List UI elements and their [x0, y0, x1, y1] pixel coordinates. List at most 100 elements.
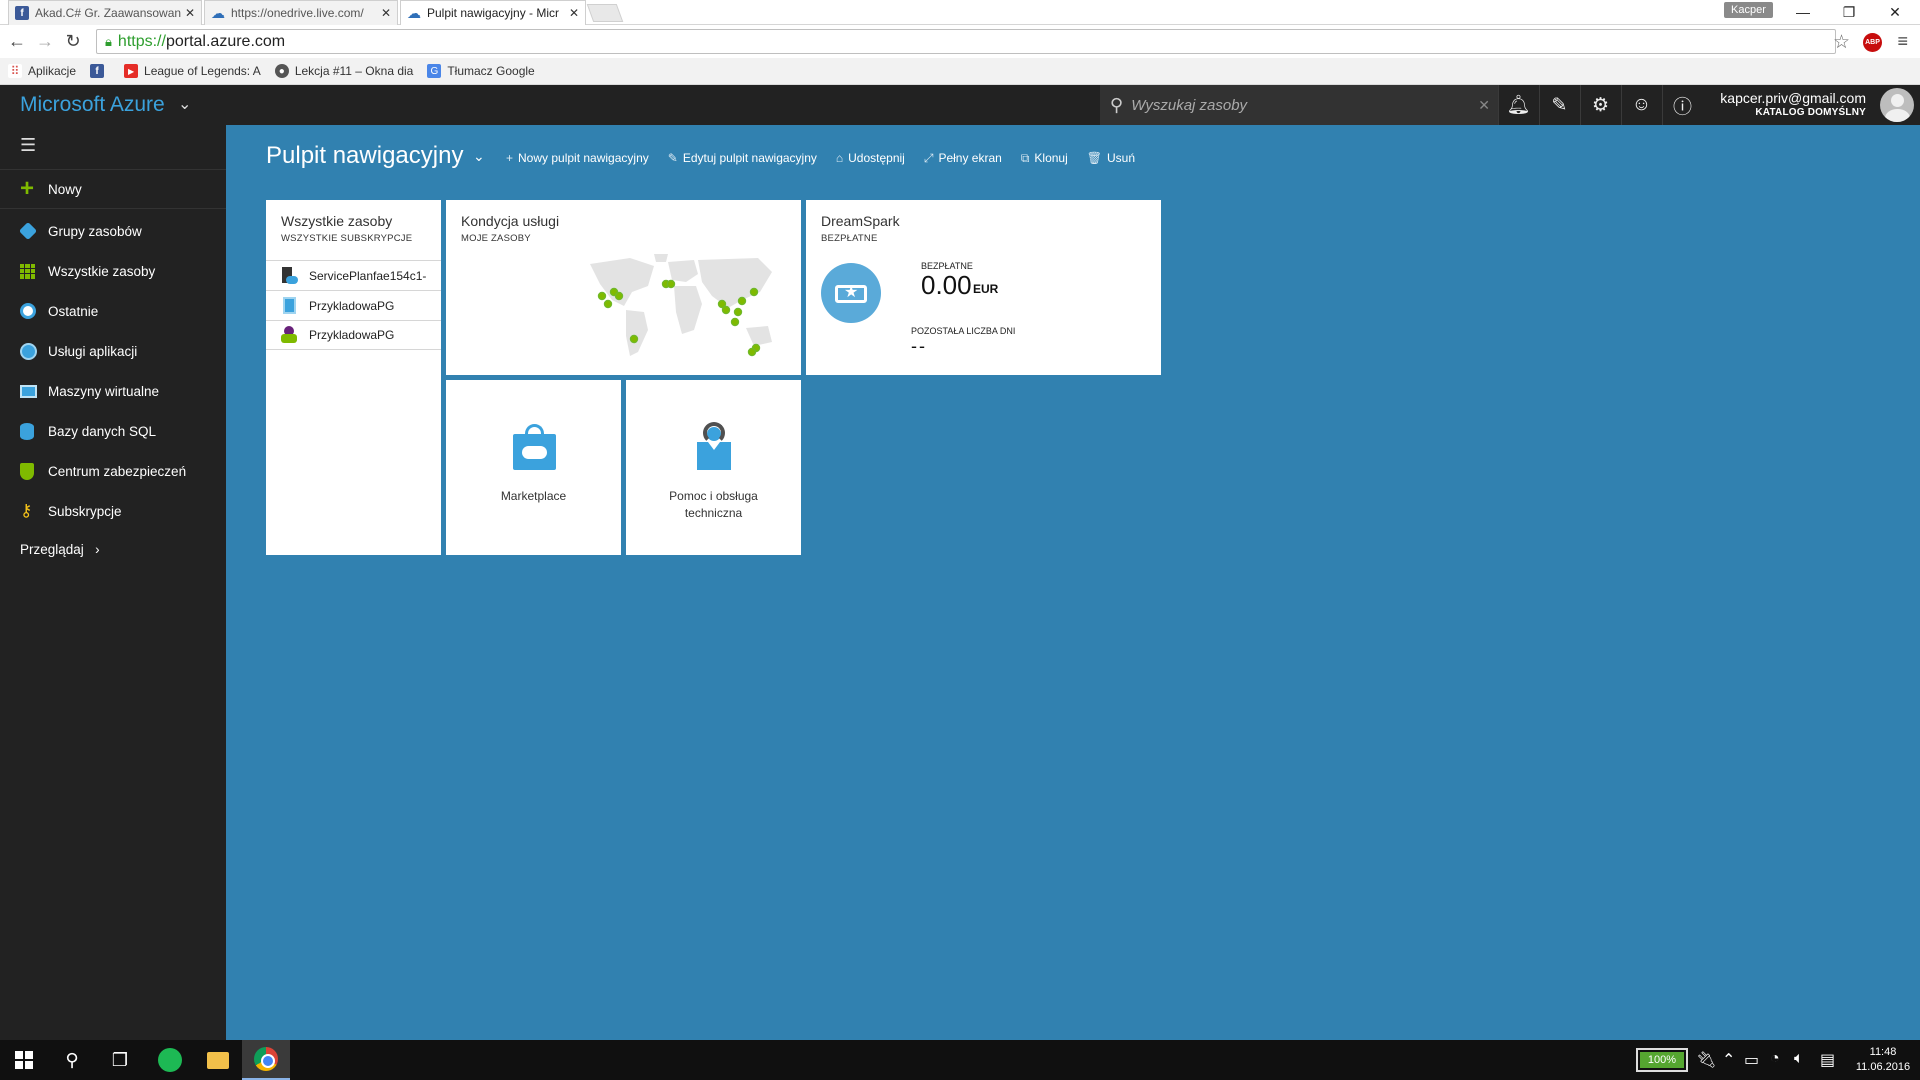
sidebar-item-subscriptions[interactable]: ⚷ Subskrypcje [0, 491, 226, 531]
window-close-icon[interactable]: ✕ [1882, 2, 1908, 22]
bookmark-star-icon[interactable]: ☆ [1833, 31, 1850, 54]
tile-label: Pomoc i obsługa [669, 489, 758, 503]
browser-tab-onedrive[interactable]: ☁ https://onedrive.live.com/ ✕ [204, 0, 398, 25]
bookmark-lekcja[interactable]: ● Lekcja #11 – Okna dia [274, 64, 413, 78]
credit-amount: 0.00 [921, 270, 972, 300]
action-center-icon[interactable]: ▤ [1820, 1050, 1835, 1070]
chevron-up-icon[interactable]: ⌃ [1722, 1050, 1735, 1070]
recent-clock-icon [20, 302, 48, 320]
feedback-smiley-icon[interactable]: ☺ [1621, 85, 1661, 125]
azure-cloud-icon: ☁ [407, 4, 421, 21]
sidebar-item-app-services[interactable]: Usługi aplikacji [0, 331, 226, 371]
battery-indicator[interactable]: 100% [1636, 1048, 1688, 1072]
new-dashboard-button[interactable]: + Nowy pulpit nawigacyjny [506, 151, 649, 165]
resource-row[interactable]: PrzykladowaPG [266, 290, 441, 320]
search-icon[interactable]: ⚲ [48, 1040, 96, 1080]
notifications-bell-icon[interactable]: 🔔︎ [1498, 85, 1538, 125]
sidebar: ☰ + Nowy Grupy zasobów Wszystkie zasoby … [0, 125, 226, 1040]
sidebar-item-security-center[interactable]: Centrum zabezpieczeń [0, 451, 226, 491]
file-explorer-icon[interactable] [194, 1040, 242, 1080]
new-tab-button[interactable] [586, 4, 624, 22]
power-plug-icon[interactable]: 🔌︎ [1696, 1050, 1716, 1070]
url-input[interactable]: 🔒︎ https:// portal.azure.com [96, 29, 1836, 54]
clock-date: 11.06.2016 [1855, 1061, 1911, 1073]
task-view-icon[interactable]: ❐ [96, 1040, 144, 1080]
back-arrow-icon[interactable]: ← [6, 30, 28, 52]
chevron-down-icon[interactable]: ⌄ [178, 94, 191, 114]
bookmark-apps[interactable]: ⠿ Aplikacje [8, 64, 76, 78]
azure-top-bar: Microsoft Azure ⌄ ⚲ ✕ 🔔︎ ✎ ⚙ ☺ ⓘ kapcer.… [0, 85, 1920, 125]
chevron-down-icon[interactable]: ⌄ [473, 148, 485, 165]
days-remaining-value: -- [911, 336, 927, 356]
avatar[interactable] [1880, 88, 1914, 122]
tab-title: Pulpit nawigacyjny - Micr [427, 6, 560, 20]
profile-chip[interactable]: Kacper [1724, 2, 1773, 18]
dreamspark-tile[interactable]: DreamSpark BEZPŁATNE ★ BEZPŁATNE 0.00 EU… [806, 200, 1161, 375]
sidebar-item-all-resources[interactable]: Wszystkie zasoby [0, 251, 226, 291]
reload-icon[interactable]: ↻ [62, 30, 84, 52]
azure-brand[interactable]: Microsoft Azure [20, 93, 165, 117]
sidebar-item-virtual-machines[interactable]: Maszyny wirtualne [0, 371, 226, 411]
battery-icon[interactable]: ▭ [1744, 1050, 1759, 1070]
account-menu[interactable]: kapcer.priv@gmail.com KATALOG DOMYŚLNY [1706, 85, 1870, 125]
help-question-icon[interactable]: ⓘ [1662, 85, 1702, 125]
marketplace-tile[interactable]: Marketplace [446, 380, 621, 555]
sidebar-item-label: Usługi aplikacji [48, 343, 138, 359]
resource-row[interactable]: PrzykladowaPG [266, 320, 441, 350]
close-icon[interactable]: ✕ [381, 6, 391, 20]
service-health-tile[interactable]: Kondycja usługi MOJE ZASOBY [446, 200, 801, 375]
bookmark-youtube[interactable]: ▶ League of Legends: A [124, 64, 261, 78]
clone-button[interactable]: ⧉ Klonuj [1021, 151, 1068, 166]
plus-icon: + [20, 175, 35, 202]
system-clock[interactable]: 11:48 11.06.2016 [1854, 1045, 1912, 1075]
forward-arrow-icon[interactable]: → [34, 30, 56, 52]
toolbar-label: Edytuj pulpit nawigacyjny [682, 151, 817, 165]
sidebar-item-browse[interactable]: Przeglądaj › [20, 542, 100, 557]
chrome-icon[interactable] [242, 1040, 290, 1080]
share-button[interactable]: ⌂ Udostępnij [836, 151, 905, 165]
edit-dashboard-button[interactable]: ✎ Edytuj pulpit nawigacyjny [668, 151, 817, 165]
settings-gear-icon[interactable]: ⚙ [1580, 85, 1620, 125]
tile-subtitle: BEZPŁATNE [821, 233, 878, 244]
search-box: ⚲ ✕ [1100, 85, 1498, 125]
hamburger-menu-icon[interactable]: ☰ [20, 135, 36, 156]
wifi-icon[interactable]: ◔ [1770, 1050, 1780, 1068]
all-resources-tile[interactable]: Wszystkie zasoby WSZYSTKIE SUBSKRYPCJE S… [266, 200, 441, 555]
toolbar-label: Pełny ekran [938, 151, 1002, 165]
delete-button[interactable]: 🗑︎ Usuń [1087, 151, 1135, 165]
app-service-plan-icon [281, 266, 298, 285]
page-title[interactable]: Pulpit nawigacyjny [266, 142, 463, 170]
support-agent-icon [696, 422, 732, 472]
bookmark-facebook[interactable]: f [90, 64, 110, 78]
bookmark-label: League of Legends: A [144, 64, 261, 78]
browser-tab-facebook[interactable]: f Akad.C# Gr. Zaawansowan ✕ [8, 0, 202, 25]
adblock-icon[interactable]: ABP [1863, 33, 1882, 52]
search-input[interactable] [1131, 96, 1472, 114]
volume-icon[interactable]: 🔈︎ [1794, 1050, 1804, 1068]
spotify-icon[interactable] [146, 1040, 194, 1080]
browser-tab-azure[interactable]: ☁ Pulpit nawigacyjny - Micr ✕ [400, 0, 586, 25]
bookmark-translate[interactable]: G Tłumacz Google [427, 64, 535, 78]
tile-label: Marketplace [500, 489, 567, 503]
sidebar-item-label: Przeglądaj [20, 542, 84, 557]
onedrive-icon: ☁ [211, 4, 225, 21]
browser-menu-icon[interactable]: ≡ [1897, 31, 1908, 52]
close-icon[interactable]: ✕ [569, 6, 579, 20]
help-support-tile[interactable]: Pomoc i obsługa techniczna [626, 380, 801, 555]
resource-row[interactable]: ServicePlanfae154c1- [266, 260, 441, 290]
clone-icon: ⧉ [1020, 150, 1030, 165]
close-icon[interactable]: ✕ [185, 6, 195, 20]
tile-subtitle: MOJE ZASOBY [461, 233, 531, 244]
sidebar-item-new[interactable]: + Nowy [0, 169, 226, 209]
restore-icon[interactable]: ❐ [1836, 2, 1862, 22]
sidebar-item-recent[interactable]: Ostatnie [0, 291, 226, 331]
subscriptions-key-icon: ⚷ [20, 501, 33, 520]
start-button[interactable] [0, 1040, 48, 1080]
clear-search-icon[interactable]: ✕ [1478, 97, 1490, 114]
sidebar-item-resource-groups[interactable]: Grupy zasobów [0, 211, 226, 251]
minimize-icon[interactable]: — [1790, 2, 1816, 22]
sidebar-item-sql-databases[interactable]: Bazy danych SQL [0, 411, 226, 451]
edit-pencil-icon[interactable]: ✎ [1539, 85, 1579, 125]
youtube-icon: ▶ [124, 64, 139, 78]
fullscreen-button[interactable]: ⤢ Pełny ekran [924, 151, 1002, 166]
